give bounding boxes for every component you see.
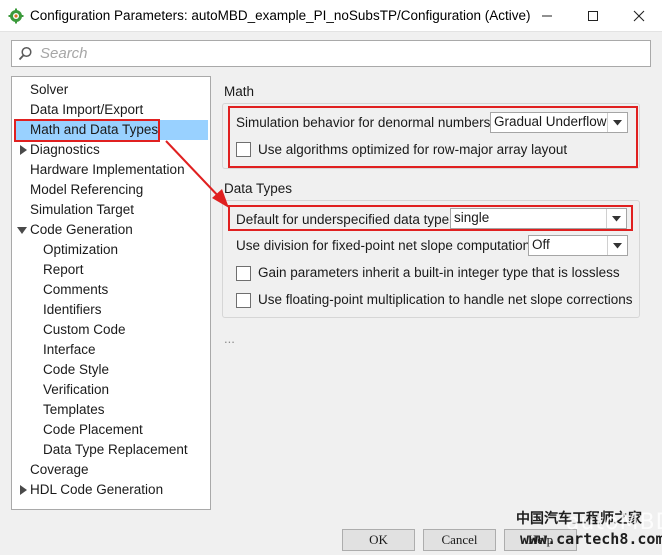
annotation-arrow bbox=[165, 140, 229, 208]
ok-button[interactable]: OK bbox=[342, 529, 415, 551]
watermark-overlay: autoMBD bbox=[566, 510, 662, 535]
cancel-button[interactable]: Cancel bbox=[423, 529, 496, 551]
